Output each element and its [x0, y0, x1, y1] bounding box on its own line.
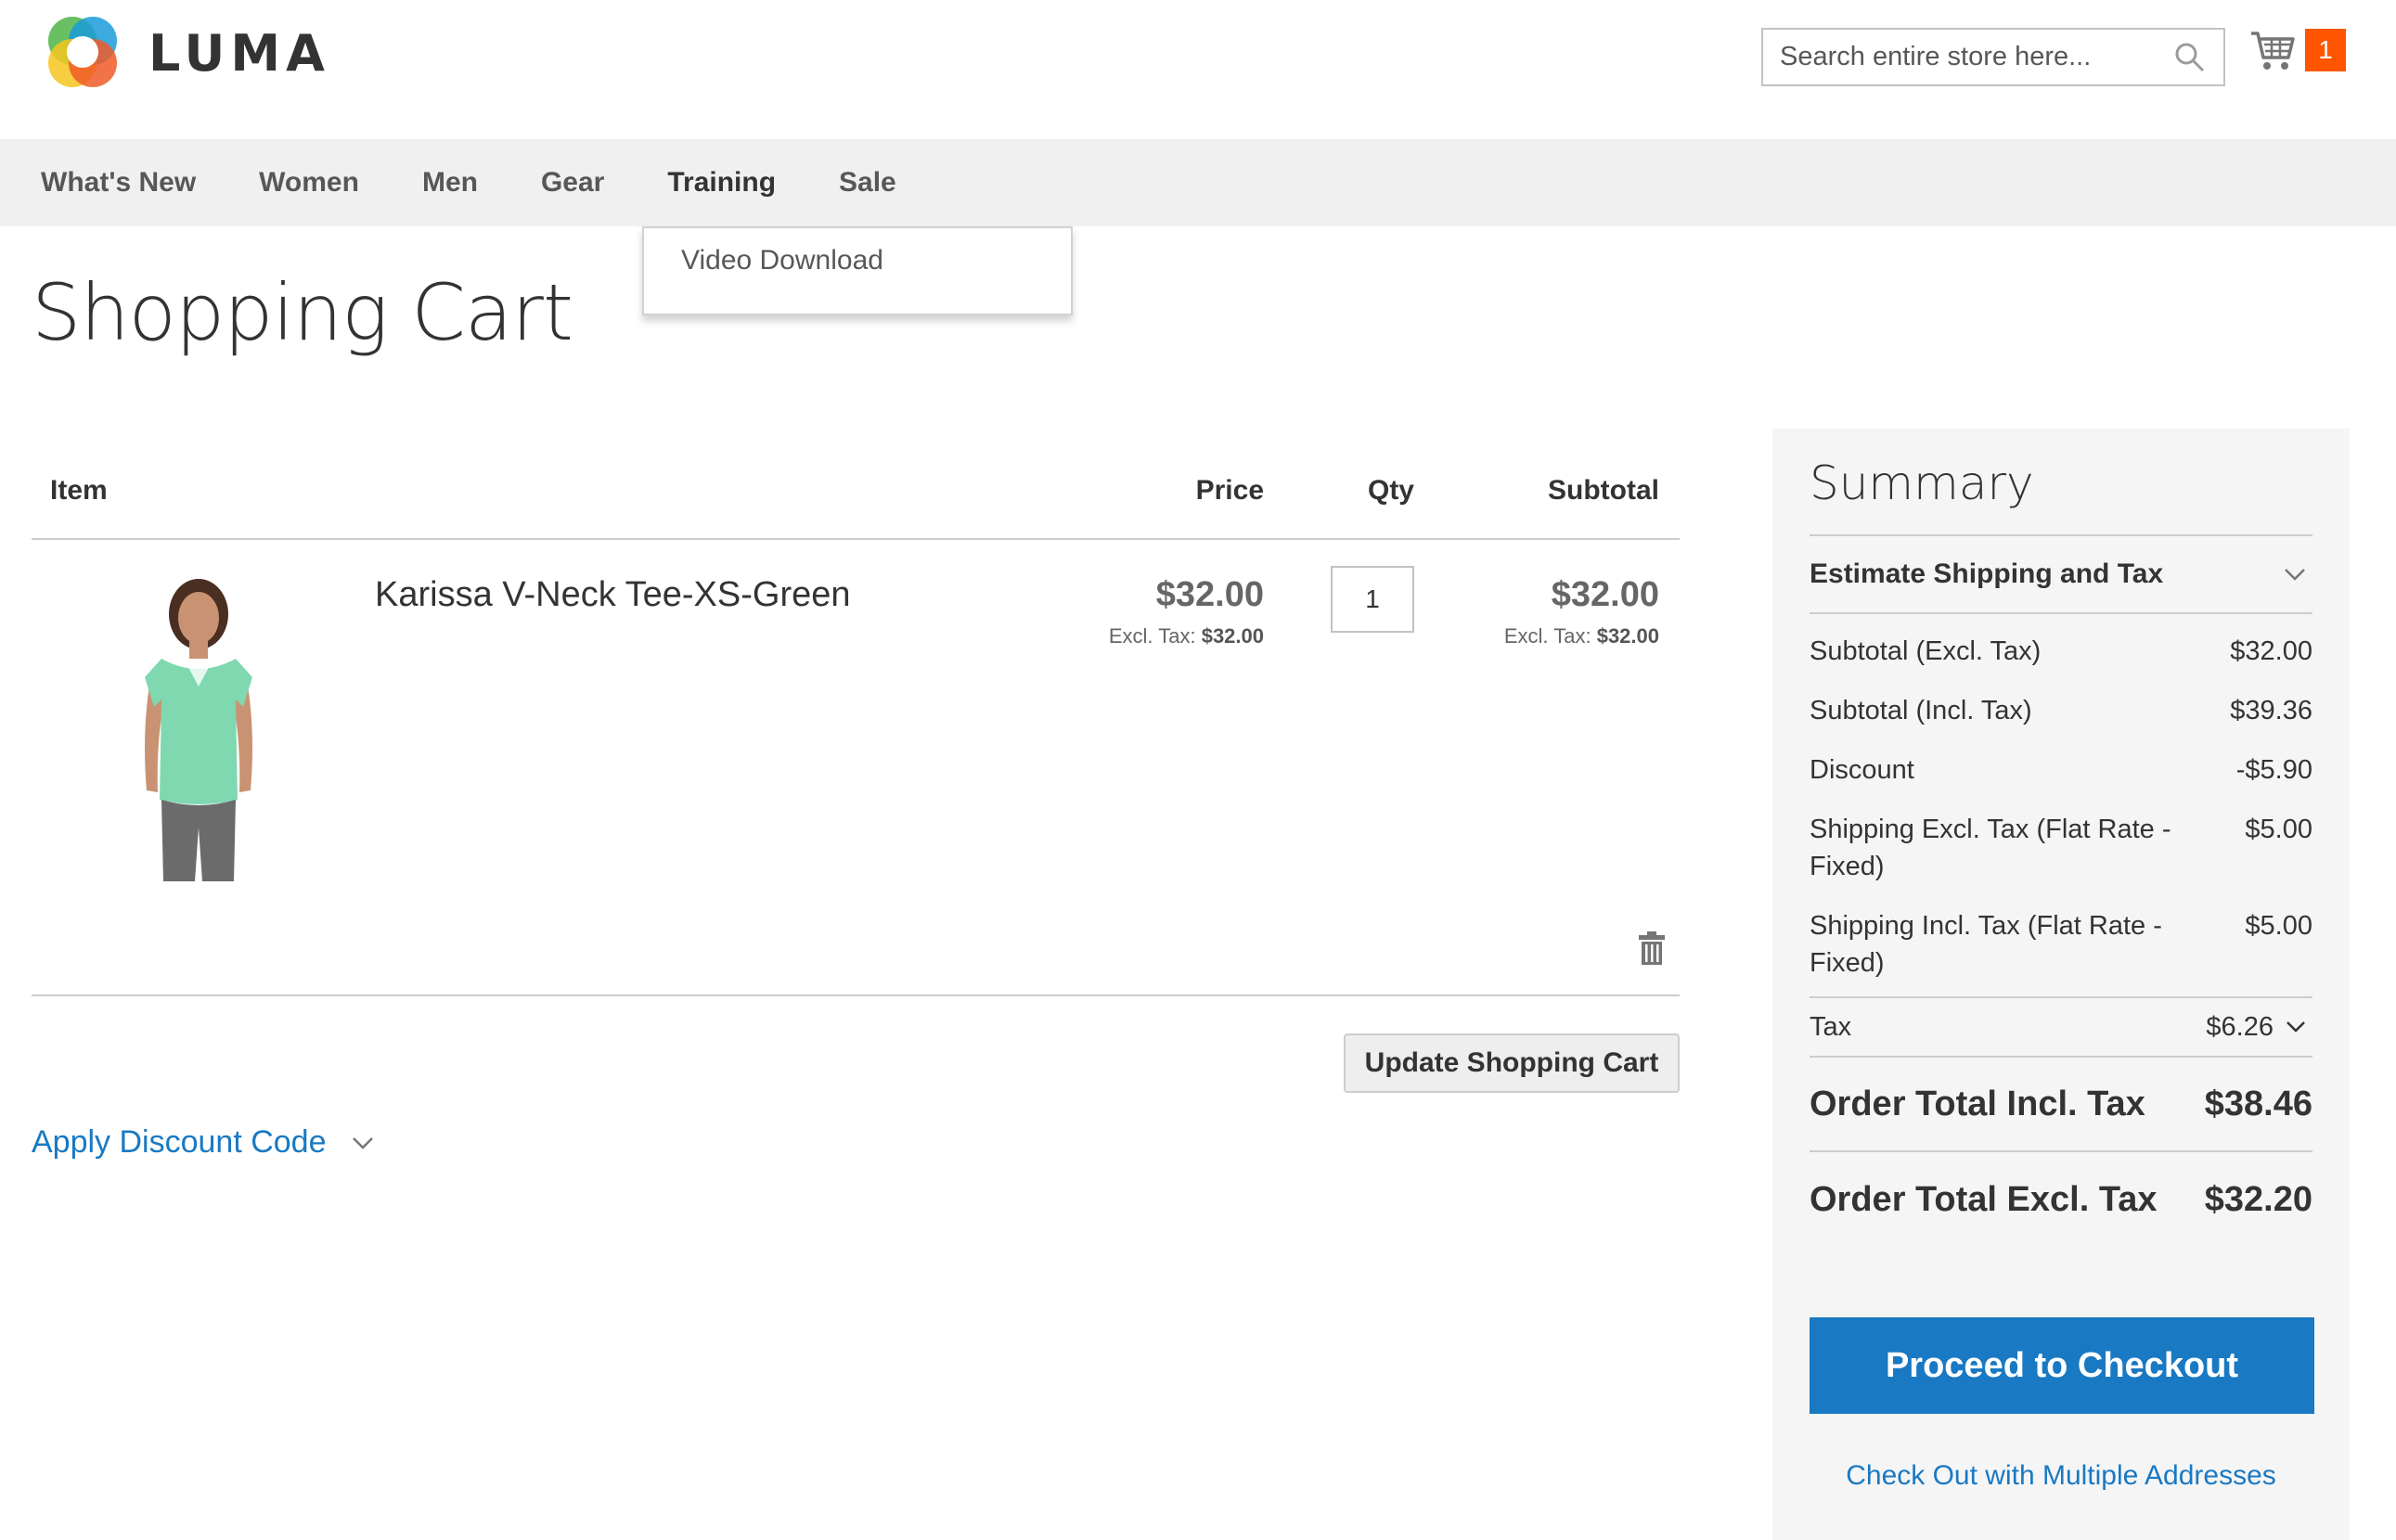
- total-label: Discount: [1810, 755, 1914, 785]
- total-value: $32.00: [2230, 636, 2312, 666]
- tax-label: Tax: [1810, 1011, 1852, 1042]
- price-excl-line: Excl. Tax: $32.00: [1109, 624, 1264, 648]
- proceed-to-checkout-button[interactable]: Proceed to Checkout: [1810, 1317, 2314, 1414]
- total-label: Shipping Incl. Tax (Flat Rate - Fixed): [1810, 911, 2162, 978]
- total-value: $5.00: [2245, 815, 2312, 844]
- total-row-subtotal-incl: Subtotal (Incl. Tax) $39.36: [1810, 692, 2312, 729]
- column-header-item: Item: [50, 475, 108, 506]
- cart-count-badge: 1: [2305, 29, 2346, 71]
- product-name-link[interactable]: Karissa V-Neck Tee-XS-Green: [375, 575, 851, 615]
- nav-item-whats-new[interactable]: What's New: [41, 139, 196, 226]
- page-title: Shopping Cart: [32, 267, 573, 358]
- grand-total-incl-row: Order Total Incl. Tax $38.46: [1810, 1058, 2312, 1152]
- cart-table: Item Price Qty Subtotal Karissa V-Neck T…: [32, 445, 1680, 996]
- estimate-shipping-toggle[interactable]: Estimate Shipping and Tax: [1810, 536, 2312, 614]
- total-value: $5.00: [2245, 911, 2312, 941]
- total-row-shipping-excl: Shipping Excl. Tax (Flat Rate - Fixed) $…: [1810, 811, 2312, 885]
- item-subtotal: $32.00 Excl. Tax: $32.00: [1504, 575, 1659, 648]
- trash-icon[interactable]: [1637, 930, 1667, 967]
- price-excl-value: $32.00: [1201, 624, 1264, 648]
- nav-item-training[interactable]: Training: [667, 139, 776, 226]
- grand-total-incl-value: $38.46: [2204, 1084, 2312, 1123]
- luma-logo-icon: [48, 17, 117, 87]
- tax-value: $6.26: [2206, 1011, 2274, 1042]
- nav-item-sale[interactable]: Sale: [839, 139, 896, 226]
- total-label: Subtotal (Incl. Tax): [1810, 696, 2032, 725]
- product-image[interactable]: [87, 577, 310, 883]
- cart-item-row: Karissa V-Neck Tee-XS-Green $32.00 Excl.…: [32, 540, 1680, 996]
- cart-summary: Summary Estimate Shipping and Tax Subtot…: [1772, 429, 2350, 1540]
- apply-discount-toggle[interactable]: Apply Discount Code: [32, 1124, 375, 1161]
- column-header-qty: Qty: [1367, 475, 1414, 506]
- qty-input[interactable]: [1331, 566, 1414, 633]
- cart-icon: [2251, 32, 2295, 70]
- price-excl-label: Excl. Tax:: [1108, 624, 1196, 648]
- total-value: $39.36: [2230, 696, 2312, 725]
- chevron-down-icon: [2285, 569, 2305, 581]
- total-row-shipping-incl: Shipping Incl. Tax (Flat Rate - Fixed) $…: [1810, 907, 2312, 982]
- total-row-subtotal-excl: Subtotal (Excl. Tax) $32.00: [1810, 633, 2312, 670]
- search-input[interactable]: [1780, 42, 2173, 72]
- grand-total-excl-value: $32.20: [2204, 1179, 2312, 1219]
- training-submenu: Video Download: [642, 226, 1073, 315]
- total-value: -$5.90: [2235, 755, 2312, 785]
- totals-list: Subtotal (Excl. Tax) $32.00 Subtotal (In…: [1810, 614, 2312, 982]
- tax-row: Tax $6.26: [1810, 996, 2312, 1058]
- subtotal-excl-value: $32.00: [1596, 624, 1659, 648]
- cart-table-header: Item Price Qty Subtotal: [32, 445, 1680, 540]
- main-navigation: What's New Women Men Gear Training Sale: [0, 139, 2396, 226]
- nav-item-gear[interactable]: Gear: [541, 139, 604, 226]
- column-header-price: Price: [1195, 475, 1264, 506]
- column-header-subtotal: Subtotal: [1548, 475, 1659, 506]
- total-row-discount: Discount -$5.90: [1810, 751, 2312, 789]
- grand-total-incl-label: Order Total Incl. Tax: [1810, 1084, 2145, 1123]
- chevron-down-icon: [352, 1136, 373, 1149]
- nav-item-men[interactable]: Men: [422, 139, 478, 226]
- total-label: Subtotal (Excl. Tax): [1810, 636, 2042, 666]
- grand-total-excl-label: Order Total Excl. Tax: [1810, 1179, 2158, 1219]
- subtotal-incl: $32.00: [1551, 575, 1659, 614]
- subtotal-excl-label: Excl. Tax:: [1503, 624, 1591, 648]
- site-header: LUMA 1: [0, 0, 2396, 139]
- item-price: $32.00 Excl. Tax: $32.00: [1109, 575, 1264, 648]
- summary-title: Summary: [1810, 456, 2312, 536]
- search-icon[interactable]: [2173, 41, 2207, 74]
- total-label: Shipping Excl. Tax (Flat Rate - Fixed): [1810, 815, 2171, 881]
- chevron-down-icon: [2287, 1021, 2305, 1033]
- minicart-link[interactable]: 1: [2249, 28, 2346, 72]
- logo-text: LUMA: [148, 23, 330, 83]
- submenu-item-video-download[interactable]: Video Download: [681, 245, 1034, 276]
- app-root: LUMA 1 What's New Women Men: [0, 0, 2396, 1540]
- price-incl: $32.00: [1155, 575, 1264, 614]
- multi-address-checkout-link[interactable]: Check Out with Multiple Addresses: [1810, 1460, 2312, 1492]
- store-logo[interactable]: LUMA: [41, 11, 330, 95]
- grand-total-excl-row: Order Total Excl. Tax $32.20: [1810, 1152, 2312, 1247]
- update-cart-button[interactable]: Update Shopping Cart: [1344, 1033, 1680, 1093]
- search-box: [1761, 28, 2225, 86]
- nav-item-women[interactable]: Women: [259, 139, 359, 226]
- estimate-shipping-label: Estimate Shipping and Tax: [1810, 558, 2164, 589]
- tax-amount-toggle[interactable]: $6.26: [2206, 1012, 2312, 1043]
- subtotal-excl-line: Excl. Tax: $32.00: [1504, 624, 1659, 648]
- apply-discount-label: Apply Discount Code: [32, 1124, 327, 1160]
